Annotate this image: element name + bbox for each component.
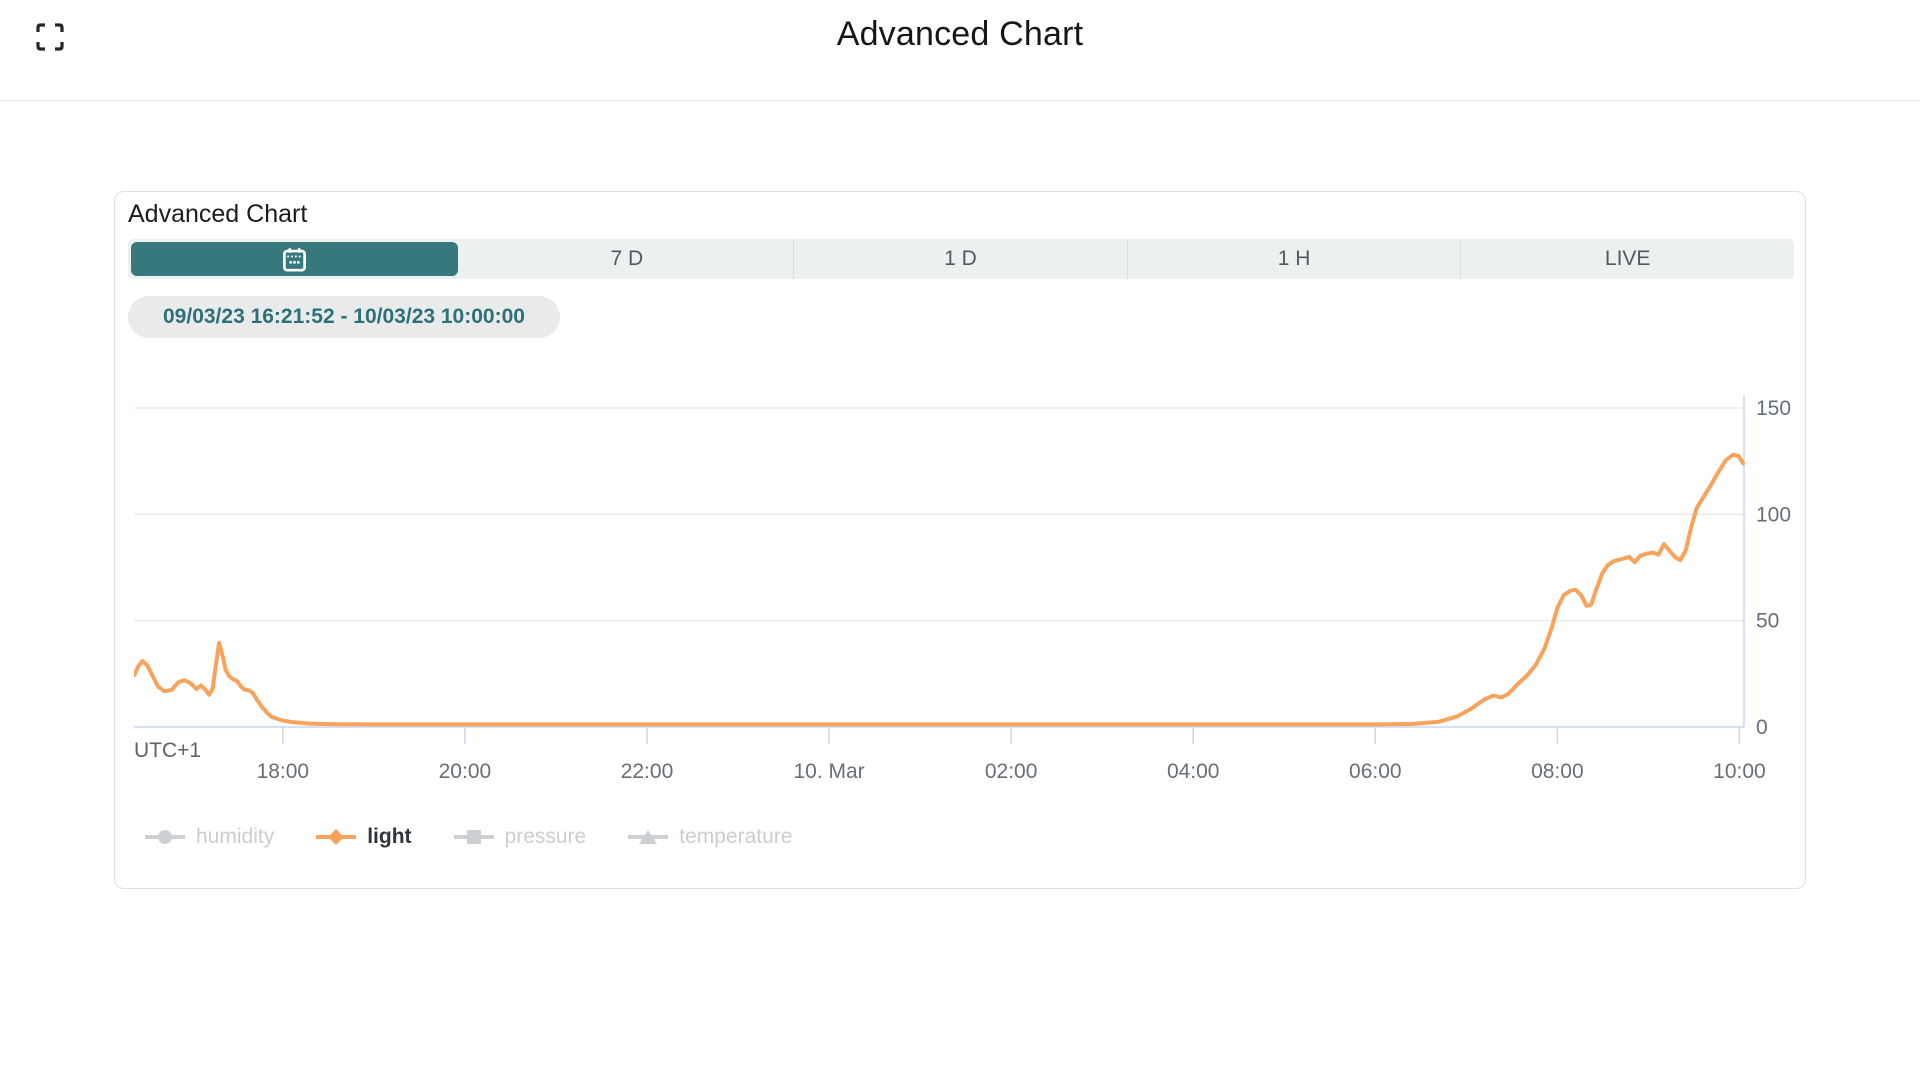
page-header: Advanced Chart <box>0 0 1920 101</box>
y-axis-label: 100 <box>1756 503 1791 526</box>
line-chart: 0 50 100 150 18:00 20:00 22:00 10. Mar 02:00 04:0… <box>134 391 1794 871</box>
legend-label: temperature <box>679 825 792 849</box>
tab-label: 1 H <box>1278 247 1311 271</box>
tab-1d[interactable]: 1 D <box>793 239 1127 279</box>
square-marker-icon <box>454 828 494 846</box>
legend-item-temperature[interactable]: temperature <box>628 825 792 849</box>
legend-item-humidity[interactable]: humidity <box>145 825 274 849</box>
date-range-badge[interactable]: 09/03/23 16:21:52 - 10/03/23 10:00:00 <box>128 296 560 338</box>
x-axis-label: 10:00 <box>1713 760 1766 783</box>
tab-7d[interactable]: 7 D <box>461 239 794 279</box>
legend-label: humidity <box>196 825 274 849</box>
x-axis-label: 04:00 <box>1167 760 1220 783</box>
y-axis-label: 0 <box>1756 716 1768 739</box>
legend-item-light[interactable]: light <box>316 825 411 849</box>
legend-label: pressure <box>505 825 587 849</box>
y-axis-label: 50 <box>1756 610 1779 633</box>
chart-card: Advanced Chart 7 D 1 D 1 H LIVE 09/03/23 16… <box>114 191 1806 889</box>
tab-1h[interactable]: 1 H <box>1127 239 1461 279</box>
tab-live[interactable]: LIVE <box>1460 239 1794 279</box>
y-axis-label: 150 <box>1756 397 1791 420</box>
widget-title: Advanced Chart <box>128 200 307 229</box>
x-axis-label: 22:00 <box>621 760 674 783</box>
page-title: Advanced Chart <box>0 15 1920 54</box>
tab-label: LIVE <box>1605 247 1651 271</box>
x-axis-label: 06:00 <box>1349 760 1402 783</box>
x-axis-label: 18:00 <box>257 760 310 783</box>
time-range-tabbar: 7 D 1 D 1 H LIVE <box>128 239 1794 279</box>
tab-calendar[interactable] <box>128 239 461 279</box>
triangle-marker-icon <box>628 828 668 846</box>
legend-label: light <box>367 825 411 849</box>
x-axis-label: 20:00 <box>439 760 492 783</box>
legend-item-pressure[interactable]: pressure <box>454 825 587 849</box>
tab-label: 1 D <box>944 247 977 271</box>
series-line-light <box>135 455 1744 725</box>
circle-marker-icon <box>145 828 185 846</box>
tab-label: 7 D <box>611 247 644 271</box>
x-axis-label: 10. Mar <box>793 760 864 783</box>
diamond-marker-icon <box>316 828 356 846</box>
chart-legend: humidity light pressure temperature <box>145 825 792 849</box>
x-axis-label: 02:00 <box>985 760 1038 783</box>
timezone-label: UTC+1 <box>134 739 201 762</box>
x-axis-label: 08:00 <box>1531 760 1584 783</box>
calendar-icon <box>281 246 308 273</box>
date-range-text: 09/03/23 16:21:52 - 10/03/23 10:00:00 <box>163 305 525 329</box>
